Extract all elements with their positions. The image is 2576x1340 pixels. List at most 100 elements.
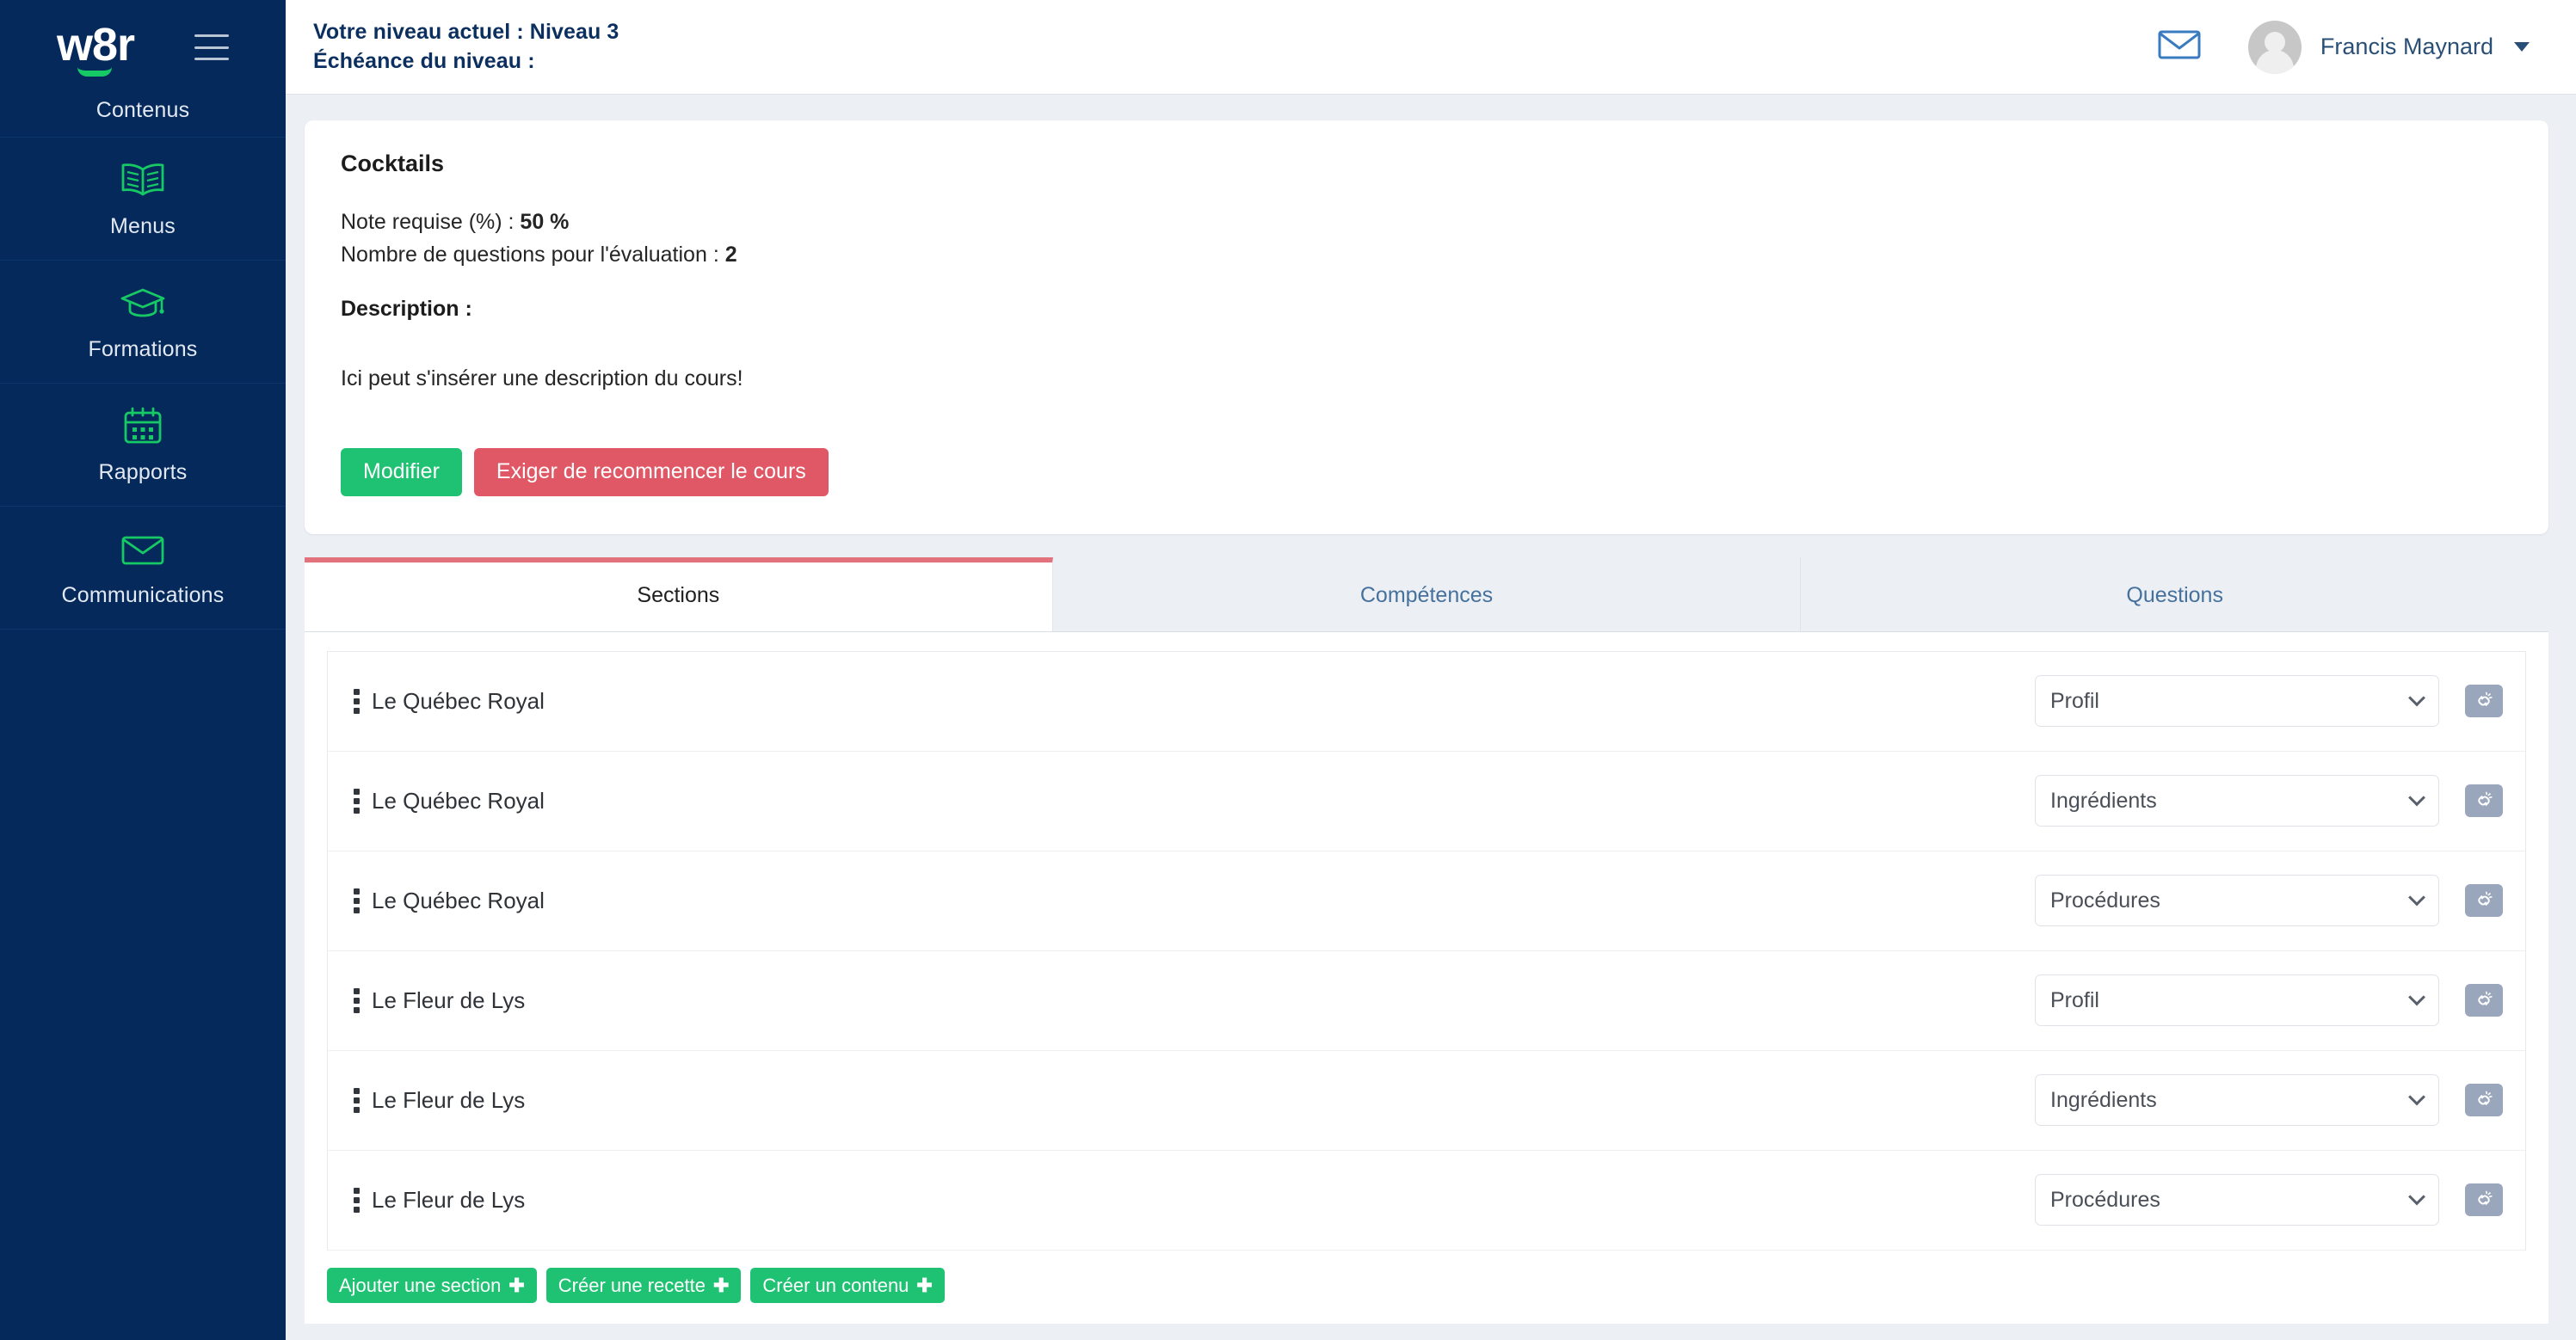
section-type-select[interactable]: Ingrédients (2035, 775, 2439, 827)
bottom-action-buttons: Ajouter une section ✚ Créer une recette … (327, 1267, 2526, 1303)
section-type-select[interactable]: Profil (2035, 675, 2439, 727)
drag-handle-icon[interactable] (348, 1083, 372, 1118)
level-deadline-text: Échéance du niveau : (313, 48, 535, 73)
sidebar-item-formations[interactable]: Formations (0, 261, 286, 384)
section-type-select[interactable]: Ingrédients (2035, 1074, 2439, 1126)
sidebar-item-communications[interactable]: Communications (0, 507, 286, 630)
sidebar-item-label: Communications (61, 583, 225, 607)
create-recipe-button[interactable]: Créer une recette ✚ (545, 1267, 742, 1303)
required-grade-value: 50 % (520, 210, 570, 234)
sidebar-header: w8r (0, 0, 286, 95)
add-section-label: Ajouter une section (339, 1274, 502, 1296)
unlink-button[interactable] (2465, 1084, 2503, 1116)
graduation-cap-icon (119, 280, 167, 326)
envelope-icon[interactable] (2158, 28, 2201, 65)
section-type-select[interactable]: Procédures (2035, 875, 2439, 926)
section-type-select-wrap: Profil (2035, 675, 2439, 727)
tab-list: Sections Compétences Questions (305, 556, 2549, 632)
chevron-down-icon[interactable] (2514, 42, 2530, 52)
sidebar: w8r Contenus Menus Formations Rapports C… (0, 0, 286, 1340)
drag-handle-icon[interactable] (348, 983, 372, 1018)
sidebar-item-label: Contenus (96, 98, 190, 122)
create-content-label: Créer un contenu (762, 1274, 909, 1296)
table-row: Le Fleur de Lys Procédures (328, 1150, 2525, 1251)
top-bar-right: Francis Maynard (2158, 20, 2530, 74)
description-text: Ici peut s'insérer une description du co… (341, 366, 743, 390)
sidebar-item-label: Rapports (98, 460, 188, 484)
table-row: Le Fleur de Lys Ingrédients (328, 1050, 2525, 1151)
table-row: Le Québec Royal Ingrédients (328, 751, 2525, 851)
tab-sections[interactable]: Sections (305, 556, 1053, 631)
drag-handle-icon[interactable] (348, 684, 372, 719)
tab-questions[interactable]: Questions (1801, 556, 2549, 631)
unlink-icon (2478, 692, 2493, 706)
section-type-select[interactable]: Profil (2035, 974, 2439, 1026)
sidebar-item-label: Menus (109, 214, 176, 238)
section-title: Le Québec Royal (372, 787, 545, 814)
section-type-select-wrap: Ingrédients (2035, 775, 2439, 827)
logo-text: w8r (56, 19, 135, 71)
unlink-icon (2478, 891, 2493, 906)
sidebar-item-contenus[interactable]: Contenus (0, 95, 286, 138)
table-row: Le Fleur de Lys Profil (328, 950, 2525, 1051)
required-grade-label: Note requise (%) : (341, 210, 521, 234)
sidebar-item-label: Formations (88, 337, 198, 361)
sidebar-item-menus[interactable]: Menus (0, 138, 286, 261)
section-type-select-wrap: Procédures (2035, 875, 2439, 926)
section-title: Le Fleur de Lys (372, 1086, 526, 1113)
create-content-button[interactable]: Créer un contenu ✚ (750, 1267, 945, 1303)
avatar (2247, 20, 2302, 74)
open-book-icon (120, 157, 166, 203)
current-level-text: Votre niveau actuel : Niveau 3 (313, 19, 619, 44)
plus-icon: ✚ (712, 1274, 730, 1296)
required-grade-row: Note requise (%) : 50 % (341, 210, 2512, 235)
section-type-select-wrap: Profil (2035, 974, 2439, 1026)
unlink-button[interactable] (2465, 784, 2503, 817)
logo-smile-icon (77, 67, 113, 77)
tab-panel-sections: Le Québec Royal Profil Le Québec Royal I… (305, 631, 2548, 1324)
question-count-label: Nombre de questions pour l'évaluation : (341, 243, 725, 267)
restart-course-button[interactable]: Exiger de recommencer le cours (473, 448, 829, 496)
sidebar-nav: Contenus Menus Formations Rapports Commu… (0, 95, 286, 630)
drag-handle-icon[interactable] (348, 883, 372, 919)
page-content: Cocktails Note requise (%) : 50 % Nombre… (286, 95, 2576, 1340)
plus-icon: ✚ (916, 1274, 933, 1296)
table-row: Le Québec Royal Profil (328, 651, 2525, 752)
hamburger-menu-icon[interactable] (194, 34, 230, 60)
top-bar: Votre niveau actuel : Niveau 3 Échéance … (286, 0, 2576, 95)
main-area: Votre niveau actuel : Niveau 3 Échéance … (286, 0, 2576, 1340)
unlink-icon (2478, 791, 2493, 806)
unlink-button[interactable] (2465, 884, 2503, 917)
unlink-icon (2478, 1091, 2493, 1105)
unlink-button[interactable] (2465, 685, 2503, 717)
unlink-button[interactable] (2465, 984, 2503, 1017)
calendar-icon (122, 403, 163, 449)
drag-handle-icon[interactable] (348, 1183, 372, 1218)
course-info-card: Cocktails Note requise (%) : 50 % Nombre… (305, 120, 2548, 534)
drag-handle-icon[interactable] (348, 784, 372, 819)
unlink-button[interactable] (2465, 1183, 2503, 1216)
unlink-icon (2478, 1190, 2493, 1205)
user-menu[interactable]: Francis Maynard (2247, 20, 2530, 74)
unlink-icon (2478, 991, 2493, 1005)
sidebar-item-rapports[interactable]: Rapports (0, 384, 286, 507)
section-title: Le Fleur de Lys (372, 1186, 526, 1213)
section-type-select-wrap: Ingrédients (2035, 1074, 2439, 1126)
add-section-button[interactable]: Ajouter une section ✚ (327, 1267, 537, 1303)
sections-list: Le Québec Royal Profil Le Québec Royal I… (327, 650, 2526, 1251)
section-type-select[interactable]: Procédures (2035, 1174, 2439, 1226)
tab-competences[interactable]: Compétences (1052, 556, 1802, 631)
description-label: Description : (341, 297, 472, 321)
section-title: Le Fleur de Lys (372, 987, 526, 1013)
section-title: Le Québec Royal (372, 687, 545, 714)
section-title: Le Québec Royal (372, 887, 545, 913)
app-logo[interactable]: w8r (56, 19, 135, 77)
edit-button[interactable]: Modifier (341, 448, 462, 496)
plus-icon: ✚ (508, 1274, 525, 1296)
user-name: Francis Maynard (2320, 34, 2493, 59)
section-type-select-wrap: Procédures (2035, 1174, 2439, 1226)
question-count-value: 2 (724, 243, 737, 267)
app-root: w8r Contenus Menus Formations Rapports C… (0, 0, 2576, 1340)
tabs-panel: Sections Compétences Questions Le Québec… (305, 556, 2549, 1324)
question-count-row: Nombre de questions pour l'évaluation : … (341, 243, 2512, 267)
